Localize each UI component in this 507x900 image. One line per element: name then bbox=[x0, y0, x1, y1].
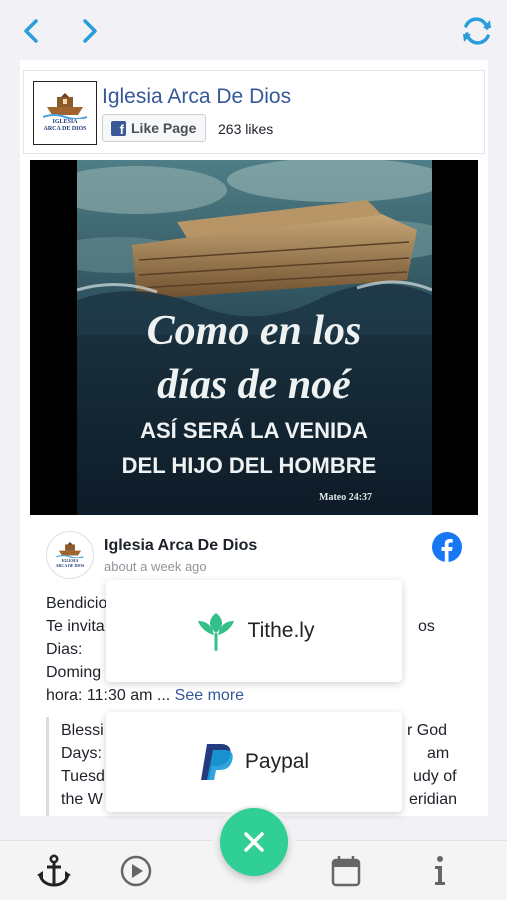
quote-text-line: Tuesd bbox=[61, 768, 105, 785]
quote-text-line: Days: bbox=[61, 745, 102, 762]
tab-info[interactable] bbox=[422, 853, 458, 889]
logo-text-1: IGLESIA bbox=[52, 119, 78, 125]
logo-text-2: ARCA DE DIOS bbox=[43, 126, 87, 132]
post-author[interactable]: Iglesia Arca De Dios bbox=[104, 537, 257, 555]
anchor-icon bbox=[37, 854, 71, 887]
quote-text-fragment: r God bbox=[407, 722, 448, 739]
post-text-hour-line: hora: 11:30 am ... See more bbox=[46, 687, 244, 705]
quote-text-fragment: am bbox=[427, 745, 450, 762]
refresh-icon bbox=[463, 17, 491, 45]
image-title-line-2: días de noé bbox=[157, 362, 352, 408]
paypal-option[interactable]: Paypal bbox=[106, 712, 402, 812]
post-text-line: Te invita bbox=[46, 618, 105, 635]
page-header-card: IGLESIA ARCA DE DIOS Iglesia Arca De Dio… bbox=[23, 70, 485, 154]
post-hour-text: hora: 11:30 am ... bbox=[46, 687, 175, 704]
post-text-line: Doming bbox=[46, 664, 102, 681]
quote-text-fragment: udy of bbox=[413, 768, 457, 785]
play-icon bbox=[120, 855, 152, 887]
post-text-line: Bendicio bbox=[46, 595, 108, 612]
image-reference: Mateo 24:37 bbox=[319, 492, 372, 503]
likes-count: 263 likes bbox=[218, 121, 274, 137]
back-button[interactable] bbox=[14, 14, 48, 48]
tithely-option[interactable]: Tithe.ly bbox=[106, 580, 402, 682]
top-nav-bar bbox=[0, 0, 507, 60]
paypal-label: Paypal bbox=[244, 750, 310, 773]
chevron-left-icon bbox=[24, 19, 38, 43]
tithely-leaf-icon bbox=[197, 613, 234, 651]
quote-text-line: Blessi bbox=[61, 722, 104, 739]
author-avatar[interactable]: IGLESIA ARCA DE DIOS bbox=[46, 531, 94, 579]
tab-media[interactable] bbox=[118, 853, 154, 889]
post-timestamp[interactable]: about a week ago bbox=[104, 559, 207, 574]
page-name-link[interactable]: Iglesia Arca De Dios bbox=[102, 85, 291, 109]
forward-button[interactable] bbox=[73, 14, 107, 48]
close-donate-menu-button[interactable] bbox=[220, 808, 288, 876]
see-more-link[interactable]: See more bbox=[175, 687, 244, 704]
avatar-logo-text-2: ARCA DE DIOS bbox=[55, 563, 85, 568]
post-text-line: Dias: bbox=[46, 641, 83, 658]
post-image[interactable]: Como en los días de noé ASÍ SERÁ LA VENI… bbox=[30, 160, 478, 515]
ark-logo-icon bbox=[56, 542, 84, 558]
calendar-icon bbox=[331, 856, 361, 887]
close-icon bbox=[244, 832, 264, 852]
paypal-icon bbox=[200, 744, 233, 780]
tab-home[interactable] bbox=[36, 853, 72, 889]
post-text-fragment: os bbox=[418, 618, 435, 635]
facebook-icon[interactable] bbox=[432, 532, 462, 562]
like-page-button[interactable]: f Like Page bbox=[102, 114, 207, 142]
like-page-label: Like Page bbox=[131, 120, 197, 136]
tab-events[interactable] bbox=[328, 853, 364, 889]
refresh-button[interactable] bbox=[460, 14, 494, 48]
image-subtitle-line-2: DEL HIJO DEL HOMBRE bbox=[122, 453, 377, 478]
facebook-page-embed: IGLESIA ARCA DE DIOS Iglesia Arca De Dio… bbox=[20, 60, 488, 816]
church-logo[interactable]: IGLESIA ARCA DE DIOS bbox=[33, 81, 97, 145]
image-subtitle-line-1: ASÍ SERÁ LA VENIDA bbox=[140, 418, 368, 443]
quote-text-fragment: eridian bbox=[409, 791, 458, 808]
noah-ark-artwork: Como en los días de noé ASÍ SERÁ LA VENI… bbox=[77, 160, 432, 515]
tithely-label: Tithe.ly bbox=[247, 619, 315, 642]
facebook-f-icon: f bbox=[111, 120, 126, 136]
ark-logo-icon bbox=[43, 93, 87, 119]
info-icon bbox=[435, 856, 445, 885]
image-title-line-1: Como en los bbox=[147, 308, 362, 354]
chevron-right-icon bbox=[83, 19, 97, 43]
quote-text-line: the W bbox=[61, 791, 103, 808]
